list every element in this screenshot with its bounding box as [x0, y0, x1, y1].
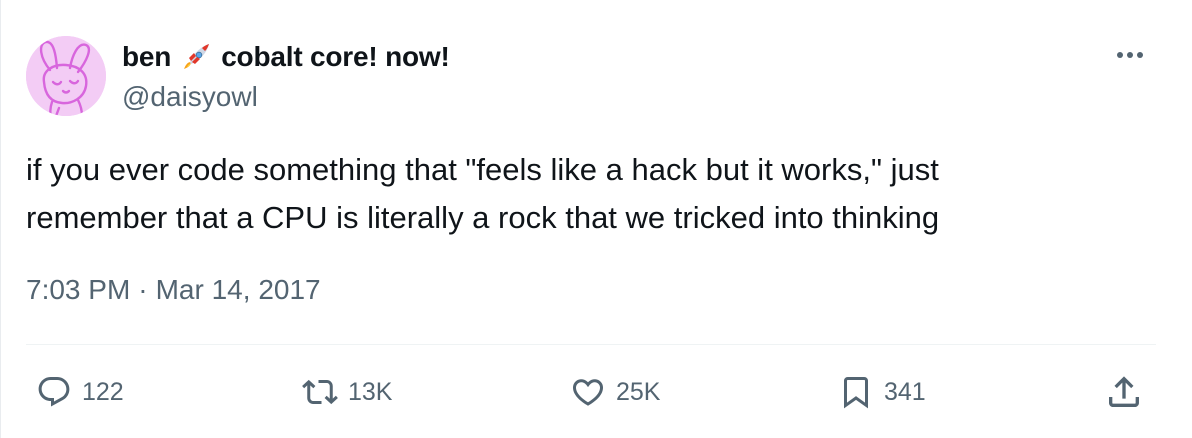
repost-icon — [302, 379, 338, 405]
author-handle[interactable]: @daisyowl — [122, 81, 258, 113]
tweet-card: ben cobalt core! now! @daisyowl if you e… — [0, 0, 1192, 438]
repost-count: 13K — [348, 377, 393, 406]
repost-button[interactable]: 13K — [302, 370, 392, 414]
tweet-timestamp[interactable]: 7:03 PM · Mar 14, 2017 — [26, 274, 321, 306]
reply-button[interactable]: 122 — [36, 370, 124, 414]
bookmark-button[interactable]: 341 — [838, 370, 926, 414]
tweet-time[interactable]: 7:03 PM — [26, 274, 130, 306]
tweet-text-line: if you ever code something that "feels l… — [26, 152, 939, 187]
heart-icon — [572, 379, 604, 406]
tweet-text: if you ever code something that "feels l… — [26, 146, 1156, 242]
rocket-icon — [179, 40, 213, 74]
tweet-date[interactable]: Mar 14, 2017 — [156, 274, 321, 306]
tweet-text-line: remember that a CPU is literally a rock … — [26, 200, 940, 235]
share-icon — [1109, 376, 1139, 407]
like-count: 25K — [616, 377, 661, 406]
reply-count: 122 — [82, 377, 124, 406]
avatar[interactable] — [26, 36, 106, 116]
like-button[interactable]: 25K — [570, 370, 660, 414]
display-name-suffix[interactable]: cobalt core! now! — [221, 41, 450, 73]
more-icon[interactable] — [1110, 40, 1150, 70]
divider — [26, 344, 1156, 345]
bunny-avatar-icon — [26, 36, 106, 116]
share-button[interactable] — [1104, 372, 1144, 417]
bookmark-count: 341 — [884, 377, 926, 406]
reply-icon — [38, 377, 70, 407]
display-name[interactable]: ben — [122, 41, 171, 73]
author-name-row[interactable]: ben cobalt core! now! — [122, 38, 450, 76]
card-border — [0, 0, 1, 438]
bookmark-icon — [844, 377, 868, 409]
timestamp-separator: · — [138, 274, 148, 305]
